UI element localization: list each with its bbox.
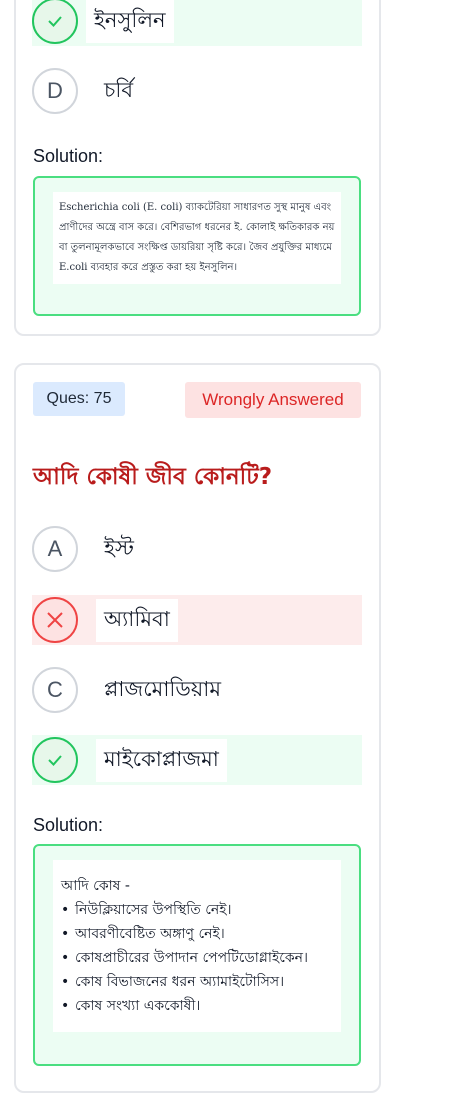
option-label: ইস্ট — [96, 527, 142, 571]
option-d-correct[interactable]: মাইকোপ্লাজমা — [32, 735, 362, 785]
option-b-wrong[interactable]: অ্যামিবা — [32, 595, 362, 645]
option-d-prev[interactable]: D চর্বি — [32, 66, 362, 116]
option-a[interactable]: A ইস্ট — [32, 524, 362, 574]
option-label: মাইকোপ্লাজমা — [96, 738, 227, 782]
solution-box: Escherichia coli (E. coli) ব্যাকটেরিয়া … — [33, 176, 361, 316]
solution-point: কোষ বিভাজনের ধরন অ্যামাইটোসিস। — [61, 970, 333, 994]
check-icon — [32, 737, 78, 783]
cross-icon — [32, 597, 78, 643]
solution-text: Escherichia coli (E. coli) ব্যাকটেরিয়া … — [59, 202, 335, 273]
question-text: আদি কোষী জীব কোনটি? — [33, 464, 273, 490]
solution-title: Solution: — [33, 146, 104, 166]
solution-title: Solution: — [33, 815, 104, 835]
solution-content: আদি কোষ - নিউক্লিয়াসের উপস্থিতি নেই। আব… — [53, 860, 341, 1032]
option-letter: A — [32, 526, 78, 572]
solution-heading: আদি কোষ - — [61, 878, 130, 894]
question-number-badge: Ques: 75 — [33, 382, 125, 416]
solution-point: কোষ সংখ্যা এককোষী। — [61, 994, 333, 1018]
solution-point: আবরণীবেষ্টিত অঙ্গাণু নেই। — [61, 922, 333, 946]
option-label: প্লাজমোডিয়াম — [96, 668, 229, 712]
status-badge: Wrongly Answered — [185, 382, 361, 418]
option-letter: C — [32, 667, 78, 713]
solution-box: আদি কোষ - নিউক্লিয়াসের উপস্থিতি নেই। আব… — [33, 844, 361, 1066]
option-label: অ্যামিবা — [96, 598, 178, 642]
option-letter: D — [32, 68, 78, 114]
solution-point: কোষপ্রাচীরের উপাদান পেপটিডোগ্লাইকেন। — [61, 946, 333, 970]
option-c[interactable]: C প্লাজমোডিয়াম — [32, 665, 362, 715]
solution-points: নিউক্লিয়াসের উপস্থিতি নেই। আবরণীবেষ্টিত… — [61, 898, 333, 1018]
solution-content: Escherichia coli (E. coli) ব্যাকটেরিয়া … — [53, 192, 341, 284]
check-icon — [32, 0, 78, 44]
option-correct-prev[interactable]: ইনসুলিন — [32, 0, 362, 46]
option-label: ইনসুলিন — [86, 0, 174, 43]
solution-point: নিউক্লিয়াসের উপস্থিতি নেই। — [61, 898, 333, 922]
option-label: চর্বি — [96, 69, 142, 113]
